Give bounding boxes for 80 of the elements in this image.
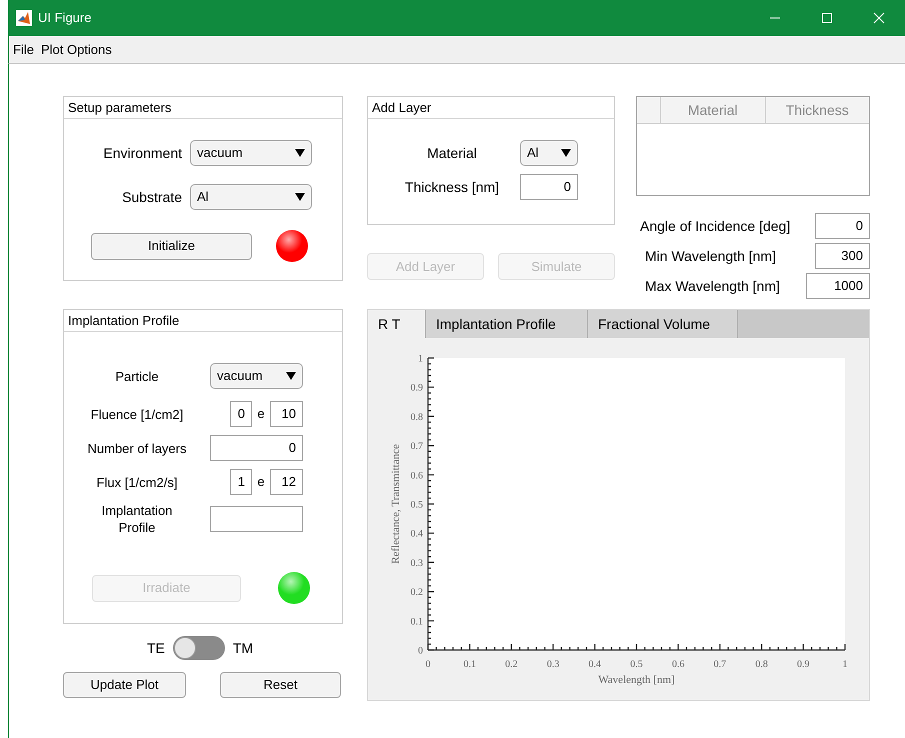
field-label: Thickness [nm] [404,178,500,197]
tab[interactable]: Fractional Volume [588,310,738,338]
button[interactable]: Initialize [91,232,252,260]
tick-label: 0.8 [410,412,423,423]
caret-icon [561,149,571,157]
dropdown-value: vacuum [217,367,263,386]
tick-label: 0.6 [410,470,423,482]
toggle-switch[interactable] [172,636,225,660]
dropdown-value: Al [197,188,209,206]
field-label: Number of layers [86,440,188,456]
field-label: Angle of Incidence [deg] [639,216,790,236]
input-field[interactable]: 1000 [806,273,870,299]
panel-title: Setup parameters [68,98,172,117]
tab[interactable]: R T [368,310,426,338]
panel-title: Implantation Profile [68,312,180,330]
input-field[interactable]: 0 [815,213,870,239]
field-label: Fluence [1/cm2] [90,406,184,422]
tick-label: 0.7 [410,441,423,452]
input-field[interactable]: 0 [520,174,578,200]
switch-label: TM [232,638,254,658]
field-label: Environment [102,144,183,162]
dropdown[interactable]: vacuum [210,363,303,389]
field-label: Material [426,144,478,162]
caret-icon [295,149,305,157]
input-field[interactable]: 10 [270,401,303,427]
input-field[interactable]: 0 [230,401,252,427]
tick-label: 0.4 [410,528,423,540]
dropdown-value: vacuum [197,144,243,162]
tick-label: 0.9 [797,659,810,670]
field-label: Particle [114,368,160,384]
field-label: Substrate [121,188,183,206]
field-label: Max Wavelength [nm] [644,276,780,296]
tick-label: 0.8 [755,659,768,670]
column-header: Thickness [784,100,850,120]
input-field[interactable]: 12 [270,469,303,495]
dropdown-value: Al [527,144,539,162]
exponent-separator: e [256,473,266,492]
caret-icon [295,193,305,201]
tick-label: 1 [418,354,423,364]
tick-label: 0.1 [463,659,476,670]
field-label: Implantation Profile [100,502,174,536]
tick-label: 1 [842,659,848,670]
field-label: Min Wavelength [nm] [644,246,776,266]
axis-title: Reflectance, Transmittance [390,444,402,564]
tick-label: 0.5 [630,659,643,670]
input-field[interactable]: 300 [815,243,870,269]
tick-label: 0 [418,646,423,656]
tick-label: 0.6 [672,659,684,670]
close-icon [873,12,885,24]
tick-label: 0.7 [714,659,726,670]
tick-label: 0.9 [410,382,423,394]
tick-label: 0.1 [410,616,423,628]
button[interactable]: Reset [220,672,341,698]
input-field[interactable]: 1 [230,469,252,495]
app-icon [16,10,32,26]
button[interactable]: Update Plot [63,672,186,698]
panel-title: Add Layer [372,98,432,117]
column-header: Material [661,97,766,123]
caret-icon [286,372,296,380]
dropdown[interactable]: vacuum [190,140,312,166]
axis-title: Wavelength [nm] [598,674,675,686]
dropdown[interactable]: Al [190,184,312,210]
tick-label: 0.2 [505,659,518,670]
input-field[interactable]: 0 [210,435,303,461]
tab[interactable]: Implantation Profile [426,310,588,338]
menu-item[interactable]: File [13,40,34,60]
window-title: UI Figure [38,9,92,28]
tick-label: 0.4 [588,659,602,670]
menu-item[interactable]: Plot Options [40,40,112,60]
tick-label: 0.3 [410,558,423,569]
switch-label: TE [146,638,165,658]
input-field[interactable] [210,506,303,532]
tick-label: 0.5 [410,500,423,510]
dropdown[interactable]: Al [520,140,578,166]
field-label: Flux [1/cm2/s] [96,474,178,490]
maximize-icon [821,12,833,24]
exponent-separator: e [256,405,266,424]
tick-label: 0.3 [546,659,560,670]
tick-label: 0.2 [410,587,423,598]
tick-label: 0 [426,659,430,670]
